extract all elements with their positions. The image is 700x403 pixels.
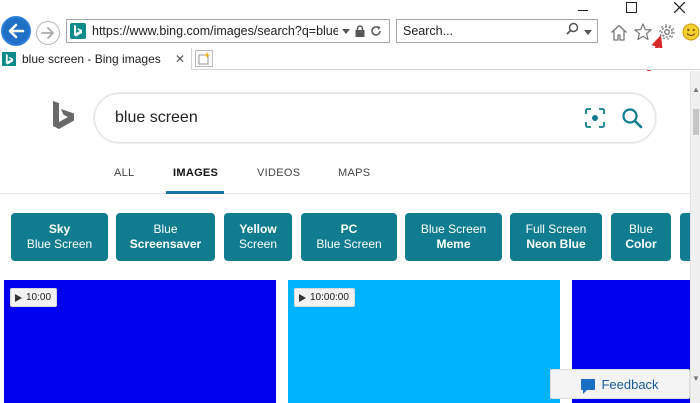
- visual-search-icon[interactable]: [585, 108, 605, 128]
- bing-favicon-icon: [70, 23, 86, 39]
- search-icon[interactable]: [566, 22, 579, 40]
- close-window-button[interactable]: [668, 0, 690, 14]
- forward-arrow-icon: [41, 27, 54, 39]
- page-viewport: blue screen ALL IMAGES VIDEOS MAPS Sky B…: [0, 71, 690, 403]
- minimize-button[interactable]: [572, 0, 594, 14]
- chip-yellow-screen[interactable]: Yellow Screen: [224, 213, 292, 261]
- chip-label-line1: Blue: [628, 222, 654, 236]
- chip-pc-blue-screen[interactable]: PC Blue Screen: [301, 213, 397, 261]
- chip-label-line2: Blue Screen: [316, 237, 382, 251]
- search-icon[interactable]: [621, 107, 643, 129]
- bing-favicon-icon: [2, 52, 16, 66]
- scroll-up-icon[interactable]: ▲: [692, 85, 700, 94]
- chip-blue-screen-meme[interactable]: Blue Screen Meme: [405, 213, 502, 261]
- tab-title: blue screen - Bing images: [22, 52, 161, 66]
- chip-partial[interactable]: [680, 213, 690, 261]
- new-tab-button[interactable]: [195, 50, 213, 67]
- tab-close-button[interactable]: ✕: [175, 52, 185, 66]
- image-result-tile[interactable]: 10:00: [4, 280, 276, 403]
- browser-search-input[interactable]: Search...: [403, 24, 566, 38]
- vertical-tabs: ALL IMAGES VIDEOS MAPS: [0, 161, 690, 194]
- chip-label-line1: PC: [340, 222, 358, 236]
- active-tab-indicator: [166, 191, 224, 194]
- chip-label-line2: Color: [625, 237, 657, 251]
- chip-label-line1: Yellow: [239, 222, 277, 236]
- feedback-button[interactable]: Feedback: [550, 369, 690, 399]
- feedback-label: Feedback: [601, 376, 659, 392]
- lock-icon[interactable]: [355, 25, 365, 37]
- play-icon: [15, 293, 22, 302]
- feedback-icon: [581, 378, 596, 394]
- tab-images[interactable]: IMAGES: [173, 167, 218, 179]
- chip-label-line2: Screen: [238, 237, 278, 251]
- chip-label-line1: Sky: [48, 222, 71, 236]
- window-controls: [570, 0, 700, 14]
- gear-icon[interactable]: [657, 22, 677, 42]
- chip-full-screen-neon-blue[interactable]: Full Screen Neon Blue: [510, 213, 602, 261]
- related-searches: Sky Blue Screen Blue Screensaver Yellow …: [0, 213, 690, 261]
- chip-label-line1: Blue Screen: [420, 222, 487, 236]
- search-dropdown-icon[interactable]: [584, 22, 592, 40]
- tab-strip: blue screen - Bing images ✕: [0, 48, 700, 70]
- close-icon: [673, 1, 685, 13]
- tab-videos[interactable]: VIDEOS: [257, 167, 300, 179]
- scrollbar-thumb[interactable]: [693, 109, 699, 135]
- play-icon: [299, 293, 306, 302]
- browser-tab[interactable]: blue screen - Bing images ✕: [0, 48, 192, 70]
- search-query-input[interactable]: blue screen: [115, 109, 198, 127]
- browser-search-box[interactable]: Search...: [396, 19, 598, 43]
- navigation-bar: https://www.bing.com/images/search?q=blu…: [0, 14, 700, 48]
- star-icon[interactable]: [633, 22, 653, 42]
- forward-button[interactable]: [36, 21, 60, 45]
- dropdown-icon[interactable]: [342, 28, 350, 34]
- address-url[interactable]: https://www.bing.com/images/search?q=blu…: [92, 24, 338, 38]
- bing-search-box[interactable]: blue screen: [94, 93, 656, 143]
- chip-blue-screensaver[interactable]: Blue Screensaver: [116, 213, 215, 261]
- video-duration-badge: 10:00: [10, 288, 58, 307]
- back-arrow-icon: [8, 23, 25, 39]
- vertical-scrollbar[interactable]: ▲ ▼: [690, 71, 700, 403]
- scroll-down-icon[interactable]: ▼: [692, 374, 700, 383]
- tab-maps[interactable]: MAPS: [338, 167, 370, 179]
- address-bar[interactable]: https://www.bing.com/images/search?q=blu…: [66, 19, 390, 43]
- chip-label-line2: Screensaver: [129, 237, 202, 251]
- maximize-button[interactable]: [620, 0, 642, 14]
- chip-sky-blue-screen[interactable]: Sky Blue Screen: [11, 213, 108, 261]
- chip-label-line2: Meme: [436, 237, 471, 251]
- chip-label-line2: Neon Blue: [526, 237, 586, 251]
- smiley-icon[interactable]: [681, 22, 700, 42]
- chip-label-line1: Blue: [153, 222, 178, 236]
- image-result-tile[interactable]: 10:00:00: [288, 280, 560, 403]
- chip-label-line2: Blue Screen: [26, 237, 93, 251]
- duration-text: 10:00: [26, 292, 52, 303]
- back-button[interactable]: [1, 16, 31, 46]
- chip-blue-color[interactable]: Blue Color: [611, 213, 671, 261]
- bing-logo[interactable]: [52, 101, 76, 133]
- new-tab-icon: [198, 52, 211, 65]
- duration-text: 10:00:00: [310, 292, 349, 303]
- chip-label-line1: Full Screen: [525, 222, 587, 236]
- home-icon[interactable]: [609, 22, 629, 42]
- refresh-icon[interactable]: [370, 25, 382, 37]
- video-duration-badge: 10:00:00: [294, 288, 355, 307]
- tab-all[interactable]: ALL: [114, 167, 134, 179]
